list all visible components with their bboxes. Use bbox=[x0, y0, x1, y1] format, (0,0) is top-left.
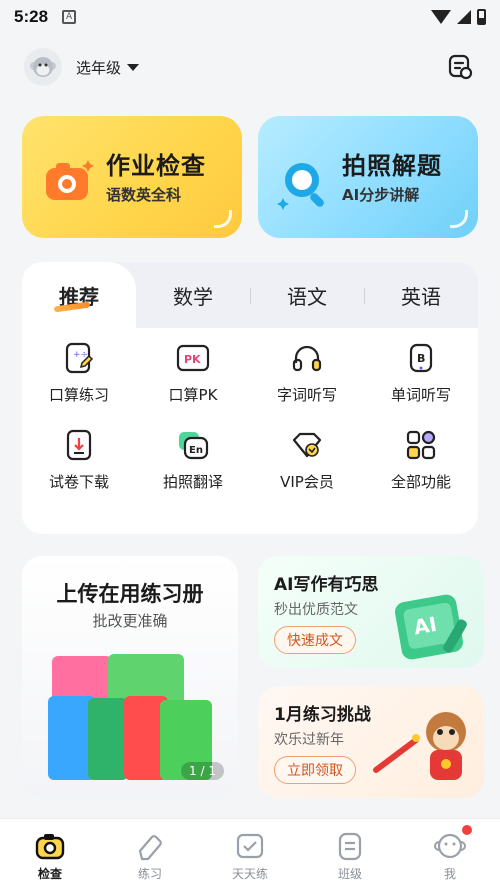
feature-word-dictation[interactable]: 字词听写 bbox=[250, 338, 364, 405]
tab-chinese[interactable]: 语文 bbox=[250, 262, 364, 328]
hero-subtitle: AI分步讲解 bbox=[342, 186, 420, 204]
top-bar: 选年级 bbox=[0, 44, 500, 90]
pk-icon: PK bbox=[173, 338, 213, 378]
svg-text:B: B bbox=[417, 352, 425, 365]
monkey-avatar-icon bbox=[30, 57, 56, 77]
feature-label: 试卷下载 bbox=[48, 473, 109, 491]
feature-label: 单词听写 bbox=[390, 386, 451, 404]
nav-me[interactable]: 我 bbox=[400, 819, 500, 888]
nav-label: 练习 bbox=[137, 867, 162, 881]
january-challenge-promo[interactable]: 1月练习挑战 欢乐过新年 立即领取 bbox=[258, 686, 484, 798]
nav-label: 我 bbox=[443, 867, 456, 881]
caret-down-icon bbox=[127, 63, 140, 71]
camera-nav-icon bbox=[33, 829, 67, 863]
calc-sheet-icon: +÷ bbox=[59, 338, 99, 378]
grade-selector[interactable]: 选年级 bbox=[76, 57, 140, 78]
feature-vocab-dictation[interactable]: B 单词听写 bbox=[364, 338, 478, 405]
feature-label: 字词听写 bbox=[276, 386, 337, 404]
notification-dot bbox=[462, 825, 472, 835]
message-list-icon bbox=[448, 54, 473, 80]
nav-check[interactable]: 检查 bbox=[0, 819, 100, 888]
tab-label: 语文 bbox=[287, 284, 327, 309]
upload-card-title: 上传在用练习册 bbox=[56, 582, 204, 606]
download-paper-icon bbox=[59, 425, 99, 465]
monkey-firecracker-icon bbox=[373, 712, 466, 780]
tab-english[interactable]: 英语 bbox=[364, 262, 478, 328]
hero-subtitle: 语数英全科 bbox=[106, 186, 182, 204]
svg-text:PK: PK bbox=[184, 353, 201, 366]
svg-text:En: En bbox=[189, 445, 203, 456]
word-card-icon: B bbox=[401, 338, 441, 378]
feature-oral-calc[interactable]: +÷ 口算练习 bbox=[22, 338, 136, 405]
tab-separator bbox=[250, 288, 251, 304]
wifi-icon bbox=[431, 10, 451, 24]
status-bar: 5:28 A bbox=[0, 0, 500, 34]
nav-label: 天天练 bbox=[231, 867, 268, 881]
tab-math[interactable]: 数学 bbox=[136, 262, 250, 328]
carousel-pager: 1 / 1 bbox=[181, 762, 224, 780]
svg-text:AI: AI bbox=[412, 612, 439, 640]
app-notification-icon: A bbox=[62, 10, 77, 24]
claim-now-button[interactable]: 立即领取 bbox=[274, 756, 356, 784]
ai-writing-promo[interactable]: AI写作有巧思 秒出优质范文 快速成文 AI bbox=[258, 556, 484, 668]
message-button[interactable] bbox=[444, 51, 476, 83]
camera-icon bbox=[46, 160, 94, 200]
vip-icon bbox=[287, 425, 327, 465]
feature-oral-pk[interactable]: PK 口算PK bbox=[136, 338, 250, 405]
ai-notebook-icon: AI bbox=[395, 594, 467, 660]
bottom-nav: 检查 练习 天天练 班级 我 bbox=[0, 818, 500, 888]
upload-card-subtitle: 批改更准确 bbox=[92, 612, 168, 630]
hero-title: 拍照解题 bbox=[342, 152, 442, 180]
eraser-nav-icon bbox=[133, 829, 167, 863]
decor-swirl bbox=[214, 210, 232, 228]
feature-grid: +÷ 口算练习 PK 口算PK 字词听写 B 单词听写 试卷下载 En 拍照翻译… bbox=[22, 338, 478, 492]
feature-panel: 推荐 数学 语文 英语 +÷ 口算练习 PK 口算PK 字词听写 B 单词听写 … bbox=[22, 262, 478, 534]
nav-practice[interactable]: 练习 bbox=[100, 819, 200, 888]
photo-solve-card[interactable]: 拍照解题 AI分步讲解 bbox=[258, 116, 478, 238]
magnifier-icon bbox=[277, 163, 324, 210]
status-time: 5:28 bbox=[14, 7, 49, 26]
subject-tabs: 推荐 数学 语文 英语 bbox=[22, 262, 478, 328]
grid-apps-icon bbox=[401, 425, 441, 465]
feature-label: 口算PK bbox=[168, 386, 218, 404]
class-nav-icon bbox=[333, 829, 367, 863]
grade-selector-label: 选年级 bbox=[76, 58, 122, 77]
nav-daily[interactable]: 天天练 bbox=[200, 819, 300, 888]
profile-nav-icon bbox=[433, 829, 467, 863]
upload-workbook-card[interactable]: 上传在用练习册 批改更准确 1 / 1 bbox=[22, 556, 238, 798]
homework-check-card[interactable]: 作业检查 语数英全科 bbox=[22, 116, 242, 238]
tab-recommend[interactable]: 推荐 bbox=[22, 262, 136, 328]
translate-icon: En bbox=[173, 425, 213, 465]
daily-check-nav-icon bbox=[233, 829, 267, 863]
feature-vip[interactable]: VIP会员 bbox=[250, 425, 364, 492]
tab-label: 英语 bbox=[401, 284, 441, 309]
avatar[interactable] bbox=[24, 48, 62, 86]
decor-swirl bbox=[450, 210, 468, 228]
tab-label: 数学 bbox=[173, 284, 213, 309]
feature-paper-download[interactable]: 试卷下载 bbox=[22, 425, 136, 492]
feature-photo-translate[interactable]: En 拍照翻译 bbox=[136, 425, 250, 492]
quick-write-button[interactable]: 快速成文 bbox=[274, 626, 356, 654]
nav-label: 检查 bbox=[37, 867, 62, 881]
feature-label: 口算练习 bbox=[48, 386, 109, 404]
battery-icon bbox=[477, 9, 486, 25]
tab-separator bbox=[364, 288, 365, 304]
feature-all[interactable]: 全部功能 bbox=[364, 425, 478, 492]
book-cover bbox=[88, 698, 128, 780]
nav-label: 班级 bbox=[337, 867, 362, 881]
feature-label: 全部功能 bbox=[390, 473, 451, 491]
feature-label: VIP会员 bbox=[280, 473, 334, 491]
nav-class[interactable]: 班级 bbox=[300, 819, 400, 888]
hero-title: 作业检查 bbox=[106, 152, 206, 180]
headphones-icon bbox=[287, 338, 327, 378]
feature-label: 拍照翻译 bbox=[162, 473, 223, 491]
signal-icon bbox=[457, 10, 471, 24]
